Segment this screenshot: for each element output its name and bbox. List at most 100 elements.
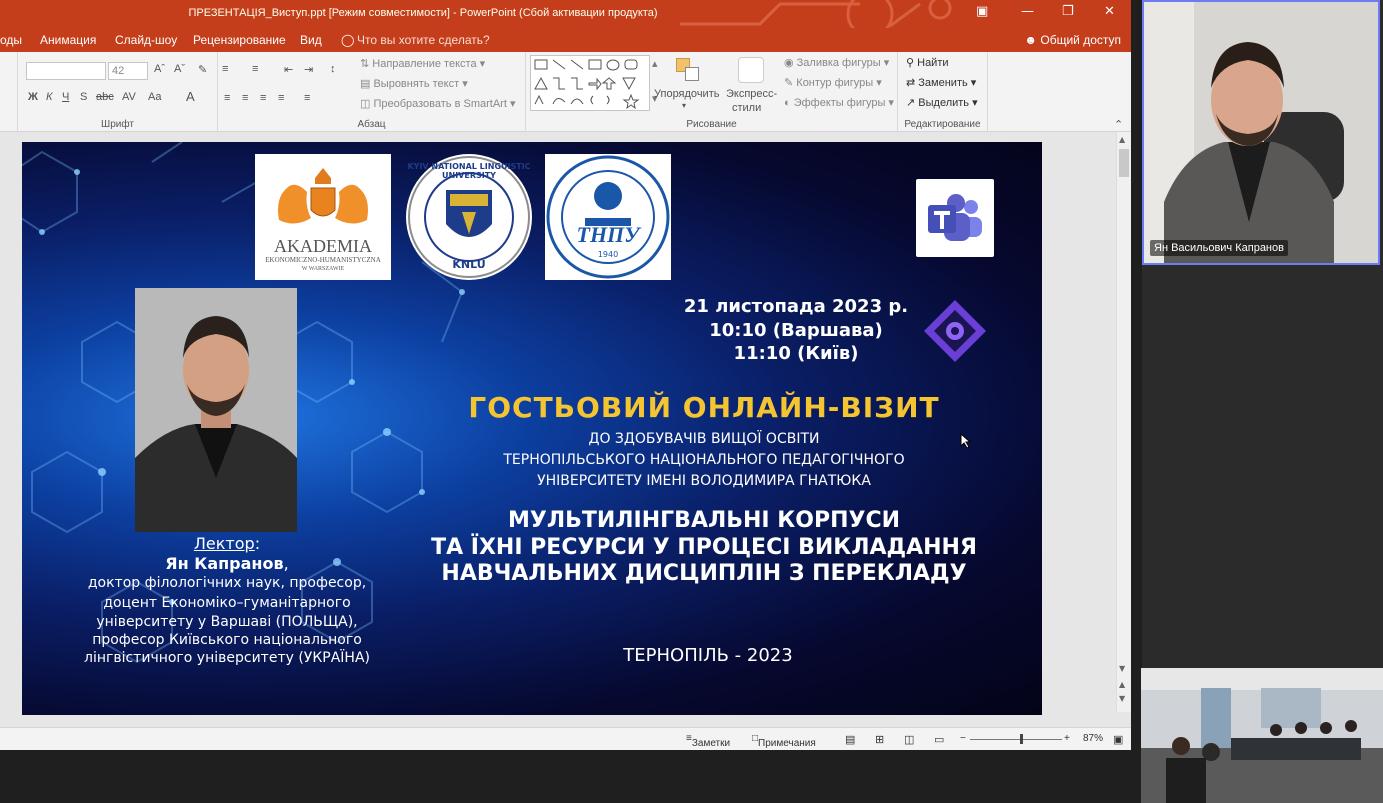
normal-view-icon[interactable]: ▤ xyxy=(845,733,855,746)
font-color-icon[interactable]: A xyxy=(186,89,195,104)
fit-slide-icon[interactable]: ▣ xyxy=(1113,733,1123,746)
comments-button[interactable]: □ Примечания xyxy=(752,733,816,749)
akademia-title: AKADEMIA xyxy=(274,236,372,256)
case-icon[interactable]: Aa xyxy=(148,91,161,103)
quick-styles-button[interactable]: Экспресс- xyxy=(726,88,777,100)
participant-video-main[interactable] xyxy=(1142,0,1380,265)
prev-slide-icon[interactable]: ▲ xyxy=(1119,680,1125,689)
bullets-icon[interactable]: ≡ xyxy=(222,63,228,75)
topic-line-3: НАВЧАЛЬНИХ ДИСЦИПЛІН З ПЕРЕКЛАДУ xyxy=(441,561,967,586)
arrange-dropdown-icon[interactable]: ▾ xyxy=(682,101,686,110)
diamond-flower-icon xyxy=(924,300,986,362)
zoom-out-icon[interactable]: − xyxy=(960,733,966,744)
find-button[interactable]: ⚲ Найти xyxy=(906,56,949,69)
group-label-paragraph: Абзац xyxy=(357,119,386,130)
zoom-level[interactable]: 87% xyxy=(1083,733,1103,744)
classroom-video-frame xyxy=(1141,668,1383,803)
lecturer-colon: : xyxy=(254,534,261,553)
align-text-button[interactable]: ▤ Выровнять текст ▾ xyxy=(360,77,468,90)
zoom-in-icon[interactable]: + xyxy=(1064,733,1070,744)
notes-button[interactable]: ≡ Заметки xyxy=(686,733,730,749)
ribbon-group-editing: ⚲ Найти ⇄ Заменить ▾ ↗ Выделить ▾ Редакт… xyxy=(898,52,988,132)
quick-styles-icon xyxy=(738,57,764,83)
window-title: ПРЕЗЕНТАЦІЯ_Виступ.ppt [Режим совместимо… xyxy=(188,7,658,19)
participant-video-room[interactable] xyxy=(1141,668,1383,803)
bio-line-1: доктор філологічних наук, професор, xyxy=(87,575,367,591)
align-center-icon[interactable]: ≡ xyxy=(242,92,248,104)
collapse-ribbon-icon[interactable]: ⌃ xyxy=(1114,118,1123,131)
quick-styles-label: стили xyxy=(732,102,762,114)
lecturer-name-line: Ян Капранов, xyxy=(102,554,352,573)
scroll-up-icon[interactable]: ▲ xyxy=(1119,135,1125,144)
line-spacing-icon[interactable]: ↕ xyxy=(330,63,336,75)
close-icon[interactable]: ✕ xyxy=(1104,4,1115,19)
tnpu-seal xyxy=(546,155,670,279)
text-direction-button[interactable]: ⇅ Направление текста ▾ xyxy=(360,57,485,70)
slideshow-view-icon[interactable]: ▭ xyxy=(934,733,944,746)
knlu-logo: KYIV NATIONAL LINGUISTIC UNIVERSITY KNLU xyxy=(406,154,532,280)
shapes-gallery[interactable] xyxy=(530,55,650,111)
replace-icon: ⇄ xyxy=(906,77,916,89)
clear-format-icon[interactable]: ✎ xyxy=(198,63,207,76)
arrange-icon xyxy=(676,58,700,82)
indent-decrease-icon[interactable]: ⇤ xyxy=(284,63,293,76)
tnpu-logo: ТНПУ 1940 xyxy=(545,154,671,280)
bold-icon[interactable]: Ж xyxy=(28,91,38,103)
font-size-input[interactable]: 42 xyxy=(108,62,148,80)
tnpu-label: ТНПУ xyxy=(576,222,640,247)
tab-animation[interactable]: Анимация xyxy=(40,33,96,47)
tnpu-year: 1940 xyxy=(597,250,619,259)
smartart-button[interactable]: ◫ Преобразовать в SmartArt ▾ xyxy=(360,97,515,110)
share-button[interactable]: ☻ Общий доступ xyxy=(1024,33,1121,47)
scroll-thumb[interactable] xyxy=(1119,149,1129,177)
event-date: 21 листопада 2023 р. xyxy=(683,296,909,317)
subtitle-line-1: ДО ЗДОБУВАЧІВ ВИЩОЇ ОСВІТИ xyxy=(588,431,820,447)
tab-view[interactable]: Вид xyxy=(300,33,322,47)
align-left-icon[interactable]: ≡ xyxy=(224,92,230,104)
numbering-icon[interactable]: ≡ xyxy=(252,63,258,75)
maximize-icon[interactable]: ❐ xyxy=(1062,4,1074,19)
reading-view-icon[interactable]: ◫ xyxy=(904,733,914,746)
columns-icon[interactable]: ≡ xyxy=(304,92,310,104)
zoom-slider-thumb[interactable] xyxy=(1019,734,1023,744)
scroll-down-icon[interactable]: ▼ xyxy=(1119,664,1125,673)
akademia-lions-emblem xyxy=(278,168,368,224)
slide-canvas[interactable]: AKADEMIA EKONOMICZNO-HUMANISTYCZNA W WAR… xyxy=(22,142,1042,715)
group-label-font: Шрифт xyxy=(101,119,134,130)
tell-me-box[interactable]: Что вы хотите сделать? xyxy=(357,33,490,47)
strike-icon[interactable]: abc xyxy=(96,91,114,103)
tab-transitions[interactable]: оды xyxy=(0,33,22,47)
grow-font-icon[interactable]: Aˆ xyxy=(154,63,165,75)
ribbon: 42 Aˆ Aˇ ✎ Ж К Ч S abc AV Aa A Шрифт ≡ ≡… xyxy=(0,52,1131,132)
shape-fill-button[interactable]: ◉ Заливка фигуры ▾ xyxy=(784,56,889,69)
italic-icon[interactable]: К xyxy=(46,91,52,103)
vertical-scrollbar[interactable]: ▲ ▼ ▲ ▼ xyxy=(1116,132,1131,712)
align-right-icon[interactable]: ≡ xyxy=(260,92,266,104)
spacing-icon[interactable]: AV xyxy=(122,91,136,103)
font-name-input[interactable] xyxy=(26,62,106,80)
arrange-button[interactable]: Упорядочить xyxy=(654,88,719,100)
knlu-label: KNLU xyxy=(452,258,486,271)
shape-effects-button[interactable]: ◐ Эффекты фигуры ▾ xyxy=(784,96,894,109)
replace-button[interactable]: ⇄ Заменить ▾ xyxy=(906,76,976,89)
ribbon-display-icon[interactable]: ▣ xyxy=(976,4,988,19)
title-bar: ПРЕЗЕНТАЦІЯ_Виступ.ppt [Режим совместимо… xyxy=(0,0,1131,28)
tab-review[interactable]: Рецензирование xyxy=(193,33,286,47)
tab-slideshow[interactable]: Слайд-шоу xyxy=(115,33,177,47)
shape-outline-button[interactable]: ✎ Контур фигуры ▾ xyxy=(784,76,882,89)
zoom-slider[interactable] xyxy=(970,739,1062,740)
shadow-icon[interactable]: S xyxy=(80,91,87,103)
shrink-font-icon[interactable]: Aˇ xyxy=(174,63,185,75)
sorter-view-icon[interactable]: ⊞ xyxy=(875,733,884,746)
minimize-icon[interactable]: — xyxy=(1021,4,1034,19)
ribbon-group-font: 42 Aˆ Aˇ ✎ Ж К Ч S abc AV Aa A Шрифт xyxy=(18,52,218,132)
underline-icon[interactable]: Ч xyxy=(62,91,69,103)
select-button[interactable]: ↗ Выделить ▾ xyxy=(906,96,978,109)
next-slide-icon[interactable]: ▼ xyxy=(1119,694,1125,703)
gallery-scroll-icon[interactable]: ▴ xyxy=(652,57,658,70)
justify-icon[interactable]: ≡ xyxy=(278,92,284,104)
knlu-ring-text: KYIV NATIONAL LINGUISTIC UNIVERSITY xyxy=(407,162,531,180)
indent-increase-icon[interactable]: ⇥ xyxy=(304,63,313,76)
status-bar: ≡ Заметки □ Примечания ▤ ⊞ ◫ ▭ − + 87% ▣ xyxy=(0,727,1131,750)
akademia-city: W WARSZAWIE xyxy=(301,266,345,272)
